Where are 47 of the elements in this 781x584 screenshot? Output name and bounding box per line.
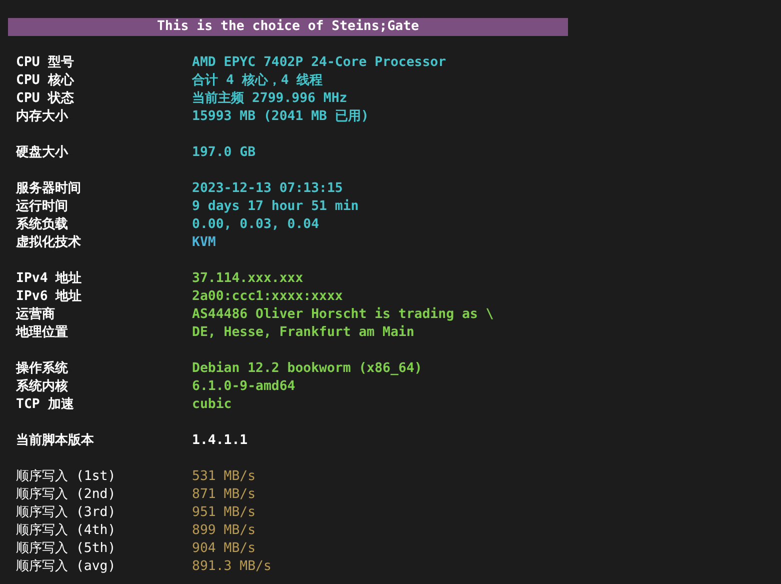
info-value: 904 MB/s — [192, 540, 256, 558]
info-value: KVM — [192, 234, 216, 252]
info-label: 内存大小 — [16, 108, 68, 126]
info-value: AS44486 Oliver Horscht is trading as \ — [192, 306, 494, 324]
info-label: 服务器时间 — [16, 180, 81, 198]
info-label: 顺序写入 (5th) — [16, 540, 116, 558]
info-value: cubic — [192, 396, 232, 414]
info-value: 9 days 17 hour 51 min — [192, 198, 359, 216]
info-value: 0.00, 0.03, 0.04 — [192, 216, 320, 234]
info-label: CPU 型号 — [16, 54, 74, 72]
info-label: 系统内核 — [16, 378, 68, 396]
info-label: 运营商 — [16, 306, 55, 324]
info-value: 871 MB/s — [192, 486, 256, 504]
info-value: 891.3 MB/s — [192, 558, 272, 576]
info-value: 531 MB/s — [192, 468, 256, 486]
info-label: IPv6 地址 — [16, 288, 82, 306]
info-label: 虚拟化技术 — [16, 234, 81, 252]
info-label: 运行时间 — [16, 198, 68, 216]
info-value: DE, Hesse, Frankfurt am Main — [192, 324, 414, 342]
info-label: 顺序写入 (2nd) — [16, 486, 116, 504]
info-label: 操作系统 — [16, 360, 68, 378]
info-value: 2a00:ccc1:xxxx:xxxx — [192, 288, 343, 306]
info-label: CPU 核心 — [16, 72, 74, 90]
info-label: 顺序写入 (1st) — [16, 468, 116, 486]
info-value: 37.114.xxx.xxx — [192, 270, 304, 288]
info-value: 当前主频 2799.996 MHz — [192, 90, 348, 108]
info-value: 197.0 GB — [192, 144, 256, 162]
info-label: 当前脚本版本 — [16, 432, 94, 450]
info-label: 地理位置 — [16, 324, 68, 342]
info-label: IPv4 地址 — [16, 270, 82, 288]
info-value: 2023-12-13 07:13:15 — [192, 180, 343, 198]
info-value: Debian 12.2 bookworm (x86_64) — [192, 360, 422, 378]
info-value: AMD EPYC 7402P 24-Core Processor — [192, 54, 446, 72]
title-banner: This is the choice of Steins;Gate — [8, 18, 568, 36]
info-value: 15993 MB (2041 MB 已用) — [192, 108, 369, 126]
info-label: 顺序写入 (4th) — [16, 522, 116, 540]
info-label: 顺序写入 (avg) — [16, 558, 116, 576]
info-label: 硬盘大小 — [16, 144, 68, 162]
info-value: 951 MB/s — [192, 504, 256, 522]
info-value: 合计 4 核心，4 线程 — [192, 72, 323, 90]
info-value: 1.4.1.1 — [192, 432, 248, 450]
info-label: 系统负载 — [16, 216, 68, 234]
info-value: 899 MB/s — [192, 522, 256, 540]
info-label: CPU 状态 — [16, 90, 74, 108]
info-label: 顺序写入 (3rd) — [16, 504, 116, 522]
info-value: 6.1.0-9-amd64 — [192, 378, 296, 396]
info-label: TCP 加速 — [16, 396, 74, 414]
